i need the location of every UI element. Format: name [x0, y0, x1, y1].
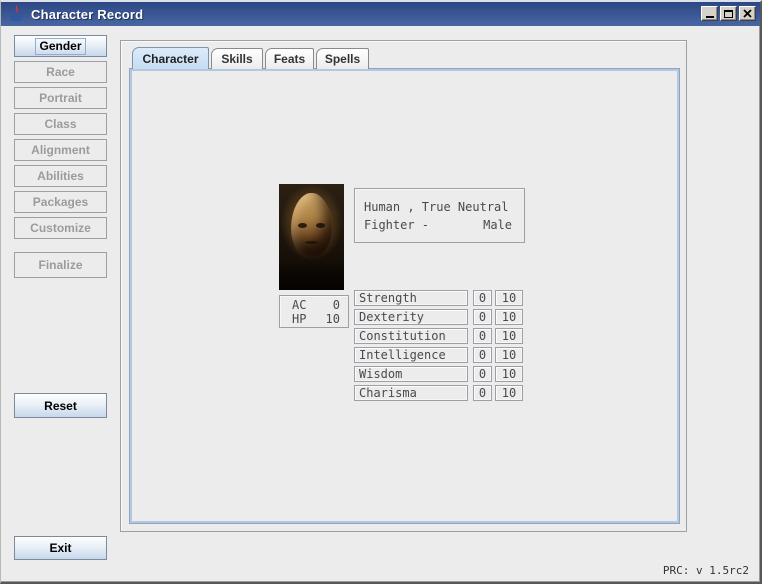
ability-score: 10: [495, 328, 523, 344]
tab-feats[interactable]: Feats: [265, 48, 314, 69]
summary-race-alignment: Human , True Neutral: [364, 198, 512, 216]
titlebar[interactable]: Character Record: [1, 2, 760, 26]
ability-score: 10: [495, 385, 523, 401]
minimize-icon: [706, 16, 714, 18]
app-window: Character Record Gender Race Portrait Cl…: [0, 0, 762, 584]
abilities-table: Strength 0 10 Dexterity 0 10 Constitutio…: [354, 290, 654, 404]
ac-hp-box: AC 0 HP 10: [279, 295, 349, 328]
tab-spells[interactable]: Spells: [316, 48, 369, 69]
portrait-eye-right: [316, 223, 325, 228]
tab-character[interactable]: Character: [132, 47, 209, 69]
ability-mod: 0: [473, 347, 492, 363]
ability-mod: 0: [473, 366, 492, 382]
sidebar-button-alignment: Alignment: [14, 139, 107, 161]
java-cup-icon: [8, 5, 26, 23]
ability-row-constitution: Constitution 0 10: [354, 328, 654, 344]
ability-score: 10: [495, 347, 523, 363]
sidebar-button-class: Class: [14, 113, 107, 135]
ac-value: 0: [318, 298, 340, 312]
window-controls: [699, 6, 756, 21]
portrait-eye-left: [298, 223, 307, 228]
gender-button-label: Gender: [35, 38, 85, 55]
version-label: PRC: v 1.5rc2: [663, 564, 749, 577]
sidebar-button-packages: Packages: [14, 191, 107, 213]
sidebar-button-gender[interactable]: Gender: [14, 35, 107, 57]
minimize-button[interactable]: [701, 6, 718, 21]
character-summary-box: Human , True Neutral Fighter - Male: [354, 188, 525, 243]
ability-score: 10: [495, 309, 523, 325]
exit-button[interactable]: Exit: [14, 536, 107, 560]
ability-row-intelligence: Intelligence 0 10: [354, 347, 654, 363]
ability-name: Constitution: [354, 328, 468, 344]
portrait-shadow: [279, 260, 344, 290]
sidebar-button-customize: Customize: [14, 217, 107, 239]
ability-score: 10: [495, 366, 523, 382]
ability-mod: 0: [473, 290, 492, 306]
summary-class: Fighter -: [364, 216, 429, 234]
ability-row-charisma: Charisma 0 10: [354, 385, 654, 401]
close-icon: [743, 9, 752, 18]
character-portrait: [279, 184, 344, 290]
tab-strip: Character Skills Feats Spells: [132, 48, 371, 69]
ability-score: 10: [495, 290, 523, 306]
hp-value: 10: [318, 312, 340, 326]
reset-button[interactable]: Reset: [14, 393, 107, 418]
character-tab-content: Human , True Neutral Fighter - Male AC 0…: [130, 69, 679, 523]
maximize-icon: [724, 10, 733, 18]
ability-row-dexterity: Dexterity 0 10: [354, 309, 654, 325]
ability-name: Intelligence: [354, 347, 468, 363]
ac-label: AC: [292, 298, 318, 312]
sidebar-button-portrait: Portrait: [14, 87, 107, 109]
sidebar-button-abilities: Abilities: [14, 165, 107, 187]
ability-mod: 0: [473, 328, 492, 344]
portrait-mouth: [305, 241, 318, 244]
ability-name: Charisma: [354, 385, 468, 401]
sidebar-button-race: Race: [14, 61, 107, 83]
finalize-button: Finalize: [14, 252, 107, 278]
portrait-head: [291, 193, 332, 257]
summary-gender: Male: [483, 216, 512, 234]
maximize-button[interactable]: [720, 6, 737, 21]
ability-name: Strength: [354, 290, 468, 306]
window-title: Character Record: [31, 7, 143, 22]
ability-mod: 0: [473, 309, 492, 325]
main-panel: Character Skills Feats Spells Human , Tr…: [120, 40, 687, 532]
ability-name: Dexterity: [354, 309, 468, 325]
ability-name: Wisdom: [354, 366, 468, 382]
tab-skills[interactable]: Skills: [211, 48, 263, 69]
close-button[interactable]: [739, 6, 756, 21]
ability-mod: 0: [473, 385, 492, 401]
ability-row-strength: Strength 0 10: [354, 290, 654, 306]
hp-label: HP: [292, 312, 318, 326]
ability-row-wisdom: Wisdom 0 10: [354, 366, 654, 382]
